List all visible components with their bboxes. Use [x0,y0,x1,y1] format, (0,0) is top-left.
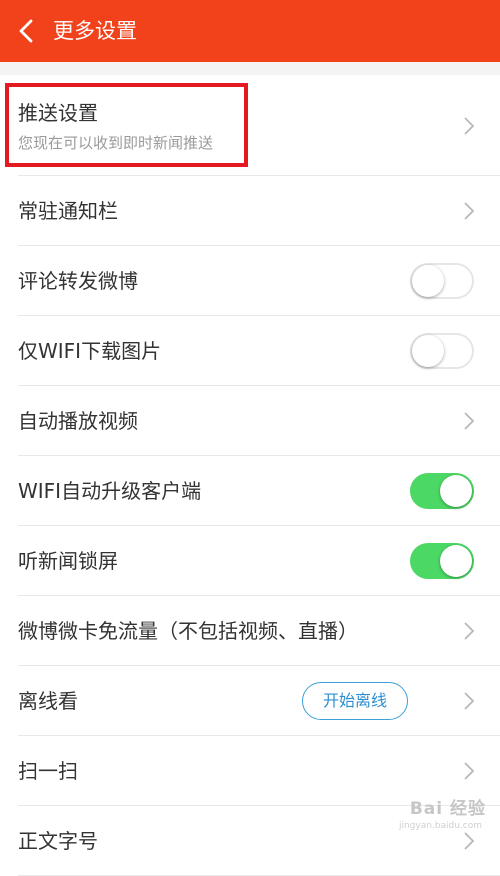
setting-row-repost-comment: 评论转发微博 [0,246,500,316]
setting-row-wifi-images: 仅WIFI下载图片 [0,316,500,386]
wifi-images-toggle[interactable] [410,333,474,369]
setting-label: WIFI自动升级客户端 [18,479,202,503]
setting-row-notification-bar[interactable]: 常驻通知栏 [0,176,500,246]
repost-comment-toggle[interactable] [410,263,474,299]
chevron-right-icon [464,692,475,710]
setting-row-offline[interactable]: 离线看 开始离线 [0,666,500,736]
chevron-right-icon [464,622,475,640]
chevron-right-icon [464,116,475,135]
toggle-knob [440,475,472,507]
page-title: 更多设置 [53,19,137,43]
setting-row-autoplay-video[interactable]: 自动播放视频 [0,386,500,456]
wifi-auto-update-toggle[interactable] [410,473,474,509]
setting-label: 仅WIFI下载图片 [18,339,162,363]
chevron-right-icon [464,412,475,430]
toggle-knob [412,335,444,367]
setting-label: 听新闻锁屏 [18,549,118,573]
chevron-right-icon [464,202,475,220]
setting-row-push[interactable]: 推送设置 您现在可以收到即时新闻推送 [0,75,500,176]
lockscreen-news-toggle[interactable] [410,543,474,579]
toggle-knob [412,265,444,297]
setting-row-weibo-free-data[interactable]: 微博微卡免流量（不包括视频、直播） [0,596,500,666]
settings-list: 推送设置 您现在可以收到即时新闻推送 常驻通知栏 评论转发微博 仅WIFI下载图… [0,75,500,876]
setting-label: 微博微卡免流量（不包括视频、直播） [18,619,358,643]
setting-row-scan[interactable]: 扫一扫 [0,736,500,806]
setting-label: 扫一扫 [18,759,78,783]
watermark-text: Bai 经验 [409,799,486,819]
watermark-url: jingyan.baidu.com [398,821,482,831]
setting-subtitle: 您现在可以收到即时新闻推送 [18,134,214,152]
setting-label: 自动播放视频 [18,409,138,433]
setting-label: 评论转发微博 [18,269,138,293]
section-gap [0,62,500,75]
top-bar: 更多设置 [0,0,500,62]
setting-label: 常驻通知栏 [18,199,118,223]
chevron-right-icon [464,832,475,850]
setting-label: 正文字号 [18,829,98,853]
setting-label: 离线看 [18,689,78,713]
start-offline-button[interactable]: 开始离线 [302,682,408,720]
setting-row-wifi-auto-update: WIFI自动升级客户端 [0,456,500,526]
chevron-left-icon[interactable] [14,18,40,44]
setting-label: 推送设置 [18,101,98,125]
setting-row-lockscreen-news: 听新闻锁屏 [0,526,500,596]
toggle-knob [440,545,472,577]
chevron-right-icon [464,762,475,780]
